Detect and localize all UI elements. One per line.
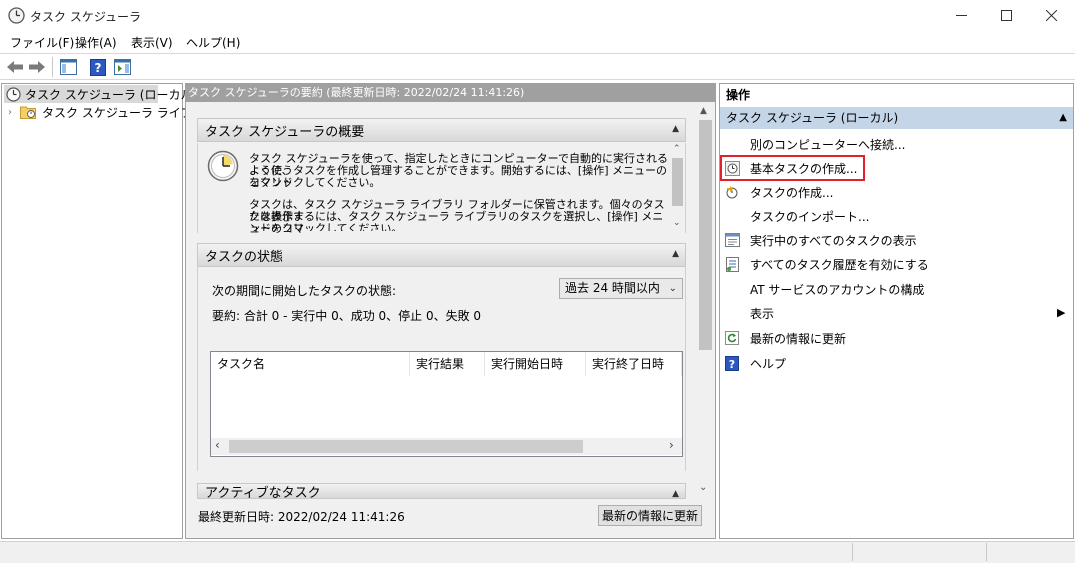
action-view[interactable]: 表示 <box>724 303 1069 323</box>
action-enable-task-history[interactable]: すべてのタスク履歴を有効にする <box>724 254 1069 274</box>
action-label: タスクの作成... <box>750 185 834 200</box>
chevron-right-icon[interactable]: › <box>8 107 20 118</box>
blank-icon <box>724 281 740 297</box>
action-label: 別のコンピューターへ接続... <box>750 137 906 152</box>
status-summary: 要約: 合計 0 - 実行中 0、成功 0、停止 0、失敗 0 <box>212 309 482 323</box>
column-header-result[interactable]: 実行結果 <box>410 352 485 376</box>
refresh-icon <box>724 330 740 346</box>
actions-title: 操作 <box>720 84 1073 106</box>
section-title: タスク スケジューラの概要 <box>205 124 365 140</box>
maximize-button[interactable] <box>983 0 1029 31</box>
scroll-right-icon[interactable]: › <box>669 438 674 452</box>
help-icon[interactable]: ? <box>88 57 108 77</box>
action-label: 表示 <box>750 306 775 321</box>
toolbar <box>0 53 1075 80</box>
collapse-icon[interactable]: ▲ <box>1059 107 1067 129</box>
blank-icon <box>724 208 740 224</box>
actions-group-header[interactable]: タスク スケジューラ (ローカル) ▲ <box>720 107 1073 129</box>
tree-item-local[interactable]: タスク スケジューラ (ローカル) <box>4 85 197 103</box>
back-arrow-icon[interactable] <box>5 57 25 77</box>
action-label: ヘルプ <box>750 356 787 371</box>
action-create-task[interactable]: タスクの作成... <box>724 182 1069 202</box>
show-hide-console-tree-icon[interactable] <box>58 57 78 77</box>
status-bar-separator <box>852 543 853 561</box>
running-tasks-icon <box>724 232 740 248</box>
action-label: タスクのインポート... <box>750 209 870 224</box>
menu-file[interactable]: ファイル(F) <box>10 34 74 51</box>
period-dropdown[interactable]: 過去 24 時間以内 ⌄ <box>559 278 683 299</box>
close-button[interactable] <box>1028 0 1074 31</box>
scroll-up-icon[interactable]: ⌃ <box>673 144 681 154</box>
last-updated-text: 最終更新日時: 2022/02/24 11:41:26 <box>198 510 405 524</box>
title-bar <box>0 0 1075 31</box>
history-icon <box>724 256 740 272</box>
section-title: アクティブなタスク <box>205 485 321 499</box>
action-label: すべてのタスク履歴を有効にする <box>750 257 929 272</box>
action-label: AT サービスのアカウントの構成 <box>750 282 925 297</box>
task-scheduler-clock-icon <box>8 7 25 24</box>
submenu-arrow-icon[interactable]: ▶ <box>1057 306 1065 319</box>
chevron-down-icon: ⌄ <box>668 283 677 294</box>
column-header-end-time[interactable]: 実行終了日時 <box>586 352 682 376</box>
blank-icon <box>724 305 740 321</box>
action-label: 最新の情報に更新 <box>750 331 847 346</box>
collapse-icon[interactable]: ▲ <box>672 124 679 134</box>
console-tree <box>1 83 183 539</box>
scrollbar-thumb[interactable] <box>672 158 683 206</box>
scrollbar-thumb[interactable] <box>229 440 583 453</box>
action-label: 実行中のすべてのタスクの表示 <box>750 233 917 248</box>
menu-help[interactable]: ヘルプ(H) <box>186 34 240 51</box>
column-header-start-time[interactable]: 実行開始日時 <box>485 352 586 376</box>
highlight-box <box>720 155 865 181</box>
status-section-header[interactable]: タスクの状態 ▲ <box>197 243 686 267</box>
overview-text-line: をクリックしてください。 <box>249 176 381 189</box>
action-refresh[interactable]: 最新の情報に更新 <box>724 328 1069 348</box>
collapse-icon[interactable]: ▲ <box>672 489 679 498</box>
overview-section-header[interactable]: タスク スケジューラの概要 ▲ <box>197 118 686 142</box>
create-task-icon <box>724 184 740 200</box>
menu-action[interactable]: 操作(A) <box>75 34 117 51</box>
column-header-task-name[interactable]: タスク名 <box>211 352 410 376</box>
tree-item-label: タスク スケジューラ (ローカル) <box>25 87 198 102</box>
blank-icon <box>724 136 740 152</box>
scroll-down-icon[interactable]: ⌄ <box>673 218 681 228</box>
action-display-running-tasks[interactable]: 実行中のすべてのタスクの表示 <box>724 230 1069 250</box>
show-hide-action-pane-icon[interactable] <box>112 57 132 77</box>
menu-view[interactable]: 表示(V) <box>131 34 173 51</box>
action-configure-at-service[interactable]: AT サービスのアカウントの構成 <box>724 279 1069 299</box>
refresh-button[interactable]: 最新の情報に更新 <box>598 505 702 526</box>
summary-header: タスク スケジューラの要約 (最終更新日時: 2022/02/24 11:41:… <box>186 84 715 102</box>
window-title: タスク スケジューラ <box>30 10 141 24</box>
scroll-up-icon[interactable]: ▲ <box>700 106 707 116</box>
status-bar <box>0 541 1075 563</box>
active-tasks-section-header[interactable]: アクティブなタスク ▲ <box>197 483 686 499</box>
toolbar-separator <box>52 57 53 77</box>
svg-text:?: ? <box>95 61 102 75</box>
collapse-icon[interactable]: ▲ <box>672 249 679 259</box>
actions-group-label: タスク スケジューラ (ローカル) <box>726 111 899 125</box>
scrollbar-thumb[interactable] <box>699 120 712 350</box>
section-title: タスクの状態 <box>205 249 284 265</box>
help-icon: ? <box>724 355 740 371</box>
period-label: 次の期間に開始したタスクの状態: <box>212 284 397 298</box>
forward-arrow-icon[interactable] <box>27 57 47 77</box>
status-bar-separator <box>986 543 987 561</box>
period-value: 過去 24 時間以内 <box>565 281 660 295</box>
action-help[interactable]: ? ヘルプ <box>724 353 1069 373</box>
action-connect-computer[interactable]: 別のコンピューターへ接続... <box>724 134 1069 154</box>
svg-text:?: ? <box>729 358 735 371</box>
clock-icon <box>6 86 21 102</box>
minimize-button[interactable] <box>938 0 984 31</box>
folder-clock-icon <box>20 105 37 119</box>
scroll-down-icon[interactable]: ⌄ <box>699 482 707 493</box>
scroll-left-icon[interactable]: ‹ <box>215 438 220 452</box>
action-import-task[interactable]: タスクのインポート... <box>724 206 1069 226</box>
overview-text-line: ンドをクリックしてください。 <box>249 223 403 231</box>
clock-icon <box>207 150 239 182</box>
